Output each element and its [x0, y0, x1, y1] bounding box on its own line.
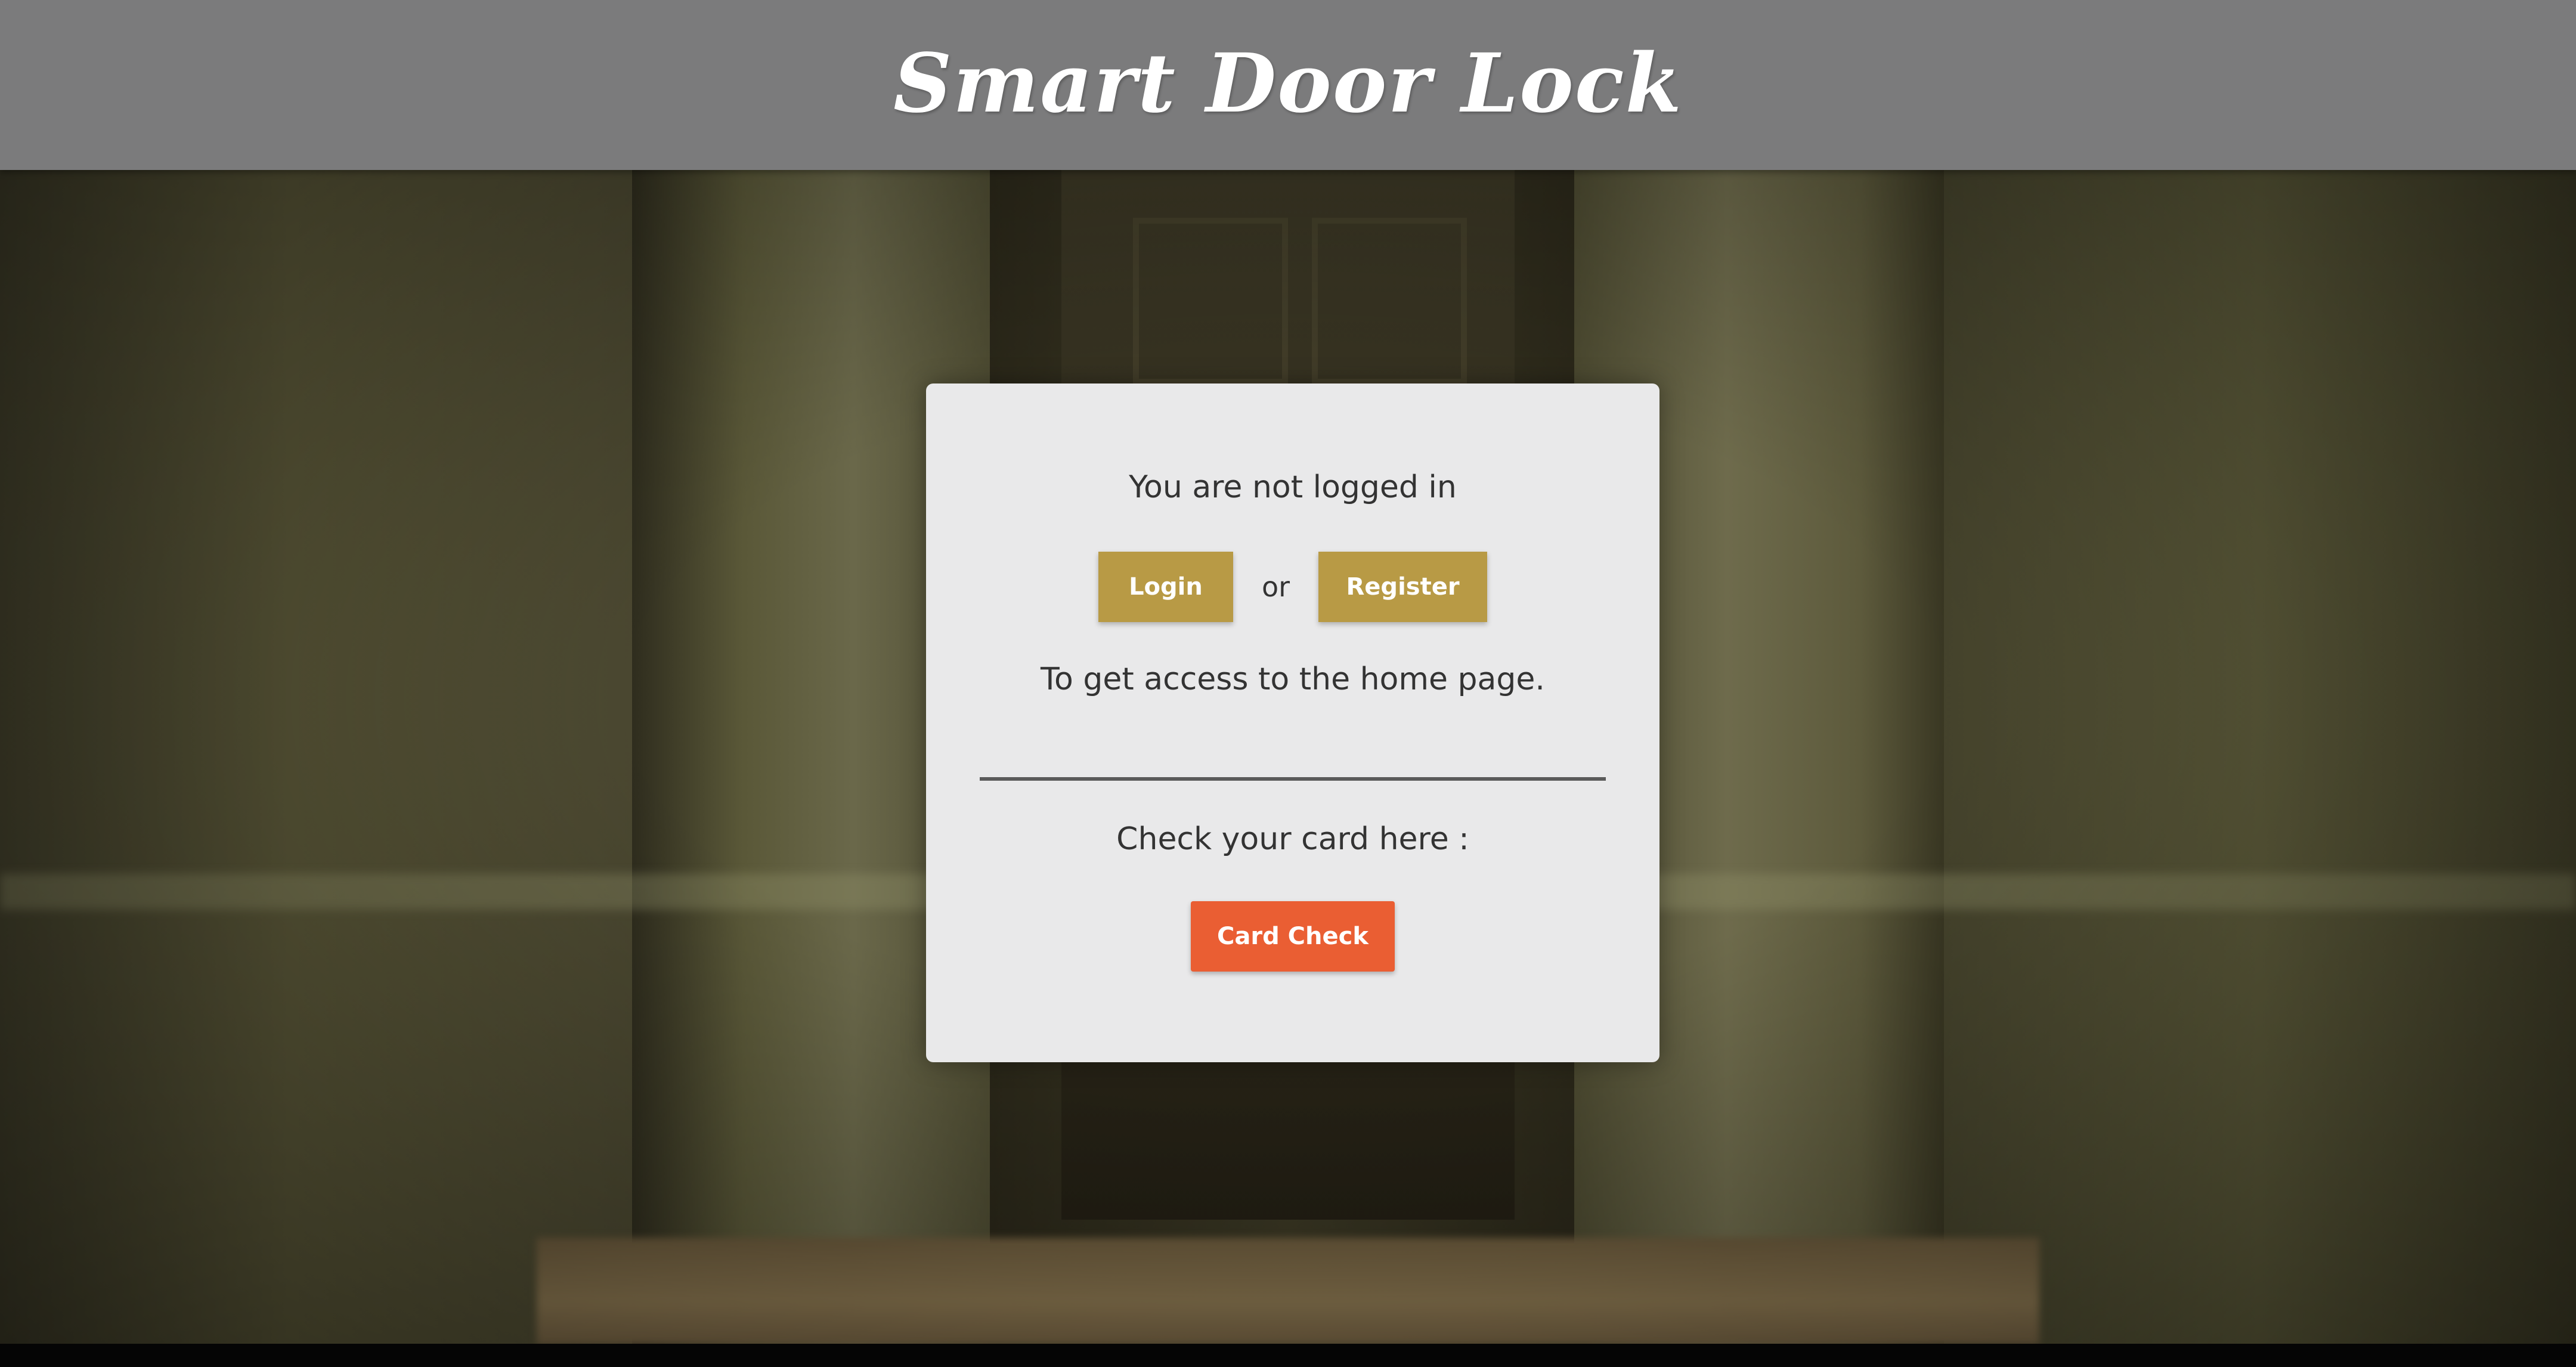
card-check-actions: Card Check: [926, 901, 1659, 972]
app-title: Smart Door Lock: [893, 35, 1683, 131]
auth-actions: Login or Register: [926, 552, 1659, 622]
auth-card: You are not logged in Login or Register …: [926, 383, 1659, 1062]
card-check-button[interactable]: Card Check: [1191, 901, 1395, 972]
card-check-prompt: Check your card here :: [1116, 821, 1469, 857]
or-separator: or: [1261, 571, 1290, 603]
login-button[interactable]: Login: [1098, 552, 1233, 622]
divider: [980, 777, 1606, 781]
register-button[interactable]: Register: [1318, 552, 1488, 622]
app-header: Smart Door Lock: [0, 0, 2576, 170]
access-instruction-text: To get access to the home page.: [1041, 661, 1545, 697]
login-status-text: You are not logged in: [1129, 469, 1457, 505]
bottom-bar: [0, 1344, 2576, 1367]
